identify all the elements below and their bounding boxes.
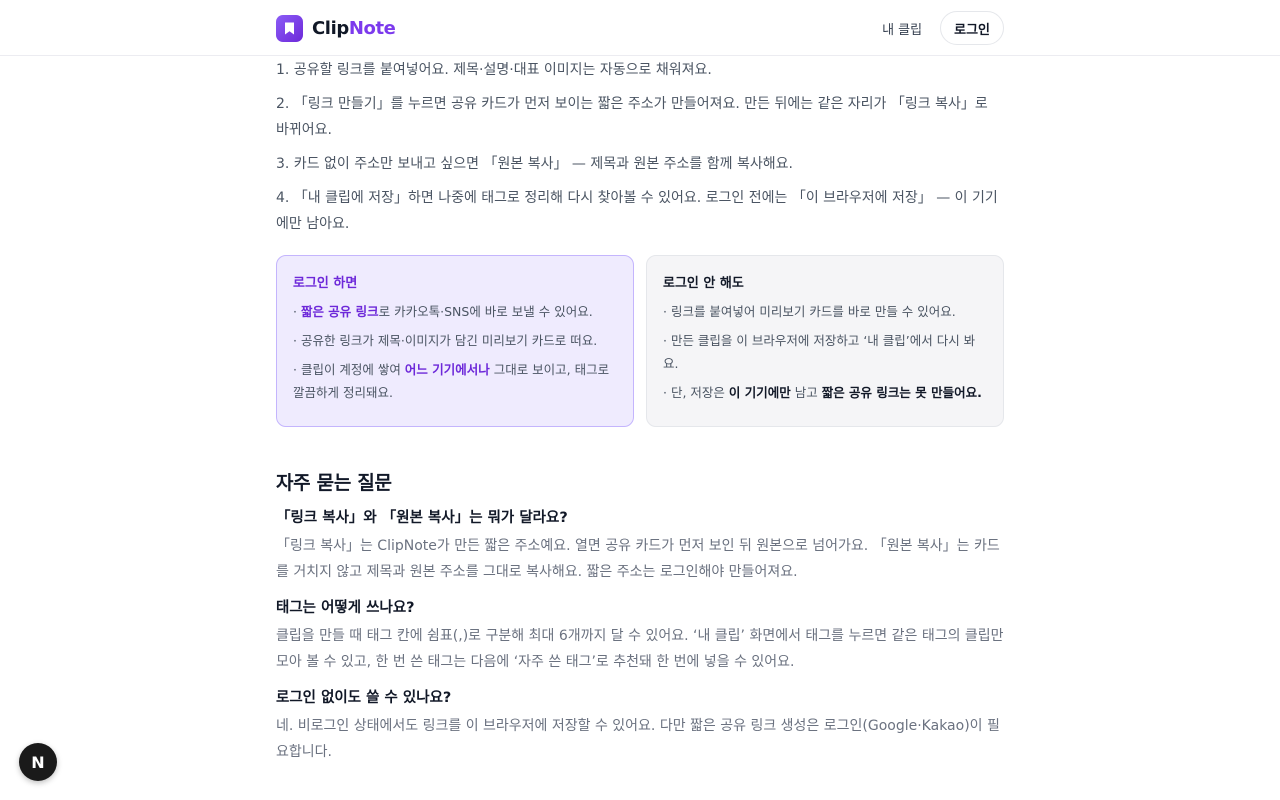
login-button[interactable]: 로그인	[940, 11, 1004, 45]
faq-answer: 「링크 복사」는 ClipNote가 만든 짧은 주소예요. 열면 공유 카드가…	[276, 538, 1000, 580]
dev-tools-badge[interactable]: N	[19, 743, 57, 781]
nav-right: 내 클립 로그인	[876, 11, 1004, 45]
faq-title: 자주 묻는 질문	[276, 472, 392, 494]
faq-question: 태그는 어떻게 쓰나요?	[276, 600, 415, 616]
comparison-cards: 로그인 하면 · 짧은 공유 링크로 카카오톡·SNS에 바로 보낼 수 있어요…	[276, 255, 1004, 427]
card-not-logged-in: 로그인 안 해도 · 링크를 붙여넣어 미리보기 카드를 바로 만들 수 있어요…	[646, 255, 1004, 427]
top-navigation-inner: ClipNote 내 클립 로그인	[276, 0, 1004, 56]
nextjs-icon: N	[31, 752, 45, 772]
card-not-logged-in-list: · 링크를 붙여넣어 미리보기 카드를 바로 만들 수 있어요. · 만든 클립…	[663, 300, 987, 404]
step-4: 4. 「내 클립에 저장」하면 나중에 태그로 정리해 다시 찾아볼 수 있어요…	[276, 190, 998, 232]
step-2: 2. 「링크 만들기」를 누르면 공유 카드가 먼저 보이는 짧은 주소가 만들…	[276, 96, 988, 138]
card-not-logged-in-item: · 만든 클립을 이 브라우저에 저장하고 ‘내 클립’에서 다시 봐요.	[663, 333, 976, 371]
card-text: · 클립이 계정에 쌓여	[293, 362, 405, 377]
card-not-logged-in-item: · 단, 저장은 이 기기에만 남고 짧은 공유 링크는 못 만들어요.	[663, 381, 987, 404]
bookmark-icon	[276, 14, 303, 42]
bottom-fade	[0, 786, 1280, 800]
brand-name-clip: Clip	[312, 17, 349, 39]
card-not-logged-in-title: 로그인 안 해도	[663, 276, 744, 291]
card-logged-in-item: · 클립이 계정에 쌓여 어느 기기에서나 그대로 보이고, 태그로 깔끔하게 …	[293, 358, 617, 404]
card-text: · 단, 저장은	[663, 385, 729, 400]
brand-name: ClipNote	[312, 18, 396, 39]
card-text: 남고	[790, 385, 822, 400]
faq-item: 「링크 복사」와 「원본 복사」는 뭐가 달라요? 「링크 복사」는 ClipN…	[276, 507, 1004, 585]
card-logged-in: 로그인 하면 · 짧은 공유 링크로 카카오톡·SNS에 바로 보낼 수 있어요…	[276, 255, 634, 427]
faq-answer: 클립을 만들 때 태그 칸에 쉼표(,)로 구분해 최대 6개까지 달 수 있어…	[276, 628, 1004, 670]
card-logged-in-title: 로그인 하면	[293, 276, 358, 291]
card-logged-in-item: · 짧은 공유 링크로 카카오톡·SNS에 바로 보낼 수 있어요.	[293, 304, 593, 319]
faq-item: 로그인 없이도 쓸 수 있나요? 네. 비로그인 상태에서도 링크를 이 브라우…	[276, 687, 1004, 765]
nav-my-clips-link[interactable]: 내 클립	[876, 13, 928, 44]
card-logged-in-list: · 짧은 공유 링크로 카카오톡·SNS에 바로 보낼 수 있어요. · 공유한…	[293, 300, 617, 404]
highlight-no-short-link: 짧은 공유 링크는 못 만들어요.	[821, 385, 982, 400]
faq-question: 로그인 없이도 쓸 수 있나요?	[276, 690, 452, 706]
step-3: 3. 카드 없이 주소만 보내고 싶으면 「원본 복사」 — 제목과 원본 주소…	[276, 156, 793, 172]
card-not-logged-in-item: · 링크를 붙여넣어 미리보기 카드를 바로 만들 수 있어요.	[663, 304, 956, 319]
card-text: 로 카카오톡·SNS에 바로 보낼 수 있어요.	[378, 304, 593, 319]
highlight-any-device: 어느 기기에서나	[404, 362, 490, 377]
faq-answer: 네. 비로그인 상태에서도 링크를 이 브라우저에 저장할 수 있어요. 다만 …	[276, 718, 1000, 760]
brand-name-note: Note	[348, 17, 396, 39]
top-navigation-bar: ClipNote 내 클립 로그인	[0, 0, 1280, 56]
brand-logo-link[interactable]: ClipNote	[276, 14, 396, 42]
faq-question: 「링크 복사」와 「원본 복사」는 뭐가 달라요?	[276, 510, 568, 526]
step-1: 1. 공유할 링크를 붙여넣어요. 제목·설명·대표 이미지는 자동으로 채워져…	[276, 62, 712, 78]
how-to-steps: 1. 공유할 링크를 붙여넣어요. 제목·설명·대표 이미지는 자동으로 채워져…	[276, 57, 1004, 237]
highlight-this-device-only: 이 기기에만	[728, 385, 791, 400]
card-logged-in-item: · 공유한 링크가 제목·이미지가 담긴 미리보기 카드로 떠요.	[293, 333, 598, 348]
faq-item: 태그는 어떻게 쓰나요? 클립을 만들 때 태그 칸에 쉼표(,)로 구분해 최…	[276, 597, 1004, 675]
highlight-short-link: 짧은 공유 링크	[300, 304, 379, 319]
main-content: 1. 공유할 링크를 붙여넣어요. 제목·설명·대표 이미지는 자동으로 채워져…	[276, 57, 1004, 777]
